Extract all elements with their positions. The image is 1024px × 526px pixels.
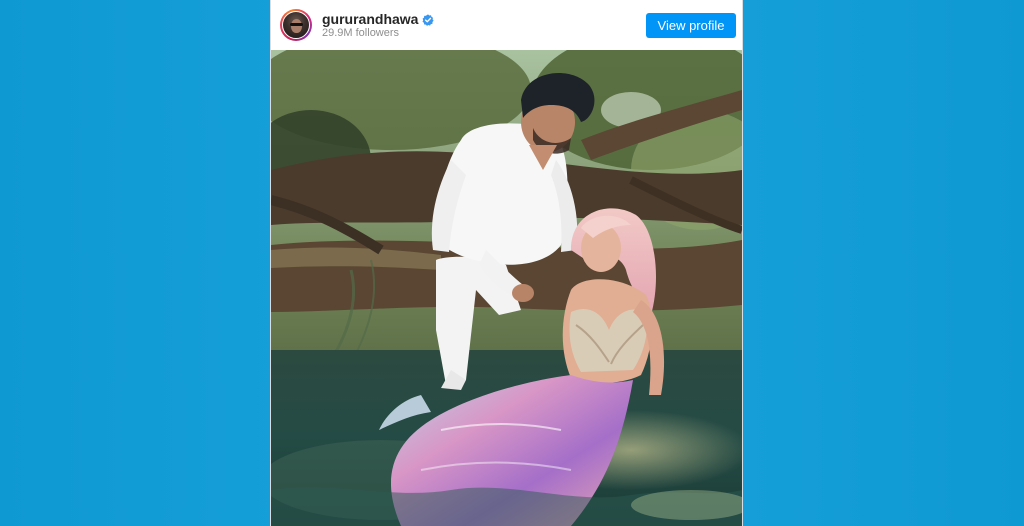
username-row: gururandhawa [322, 11, 435, 27]
post-header: gururandhawa 29.9M followers View profil… [271, 0, 742, 50]
post-photo[interactable] [271, 50, 742, 526]
avatar-face [291, 19, 302, 33]
username-link[interactable]: gururandhawa [322, 11, 418, 27]
instagram-embed-card: gururandhawa 29.9M followers View profil… [270, 0, 743, 526]
avatar-icon [282, 11, 310, 39]
avatar-glasses [290, 23, 303, 26]
followers-count: 29.9M followers [322, 27, 400, 39]
post-photo-illustration [271, 50, 742, 526]
avatar[interactable] [280, 9, 312, 41]
verified-badge-icon [422, 13, 435, 26]
view-profile-button[interactable]: View profile [646, 13, 736, 38]
